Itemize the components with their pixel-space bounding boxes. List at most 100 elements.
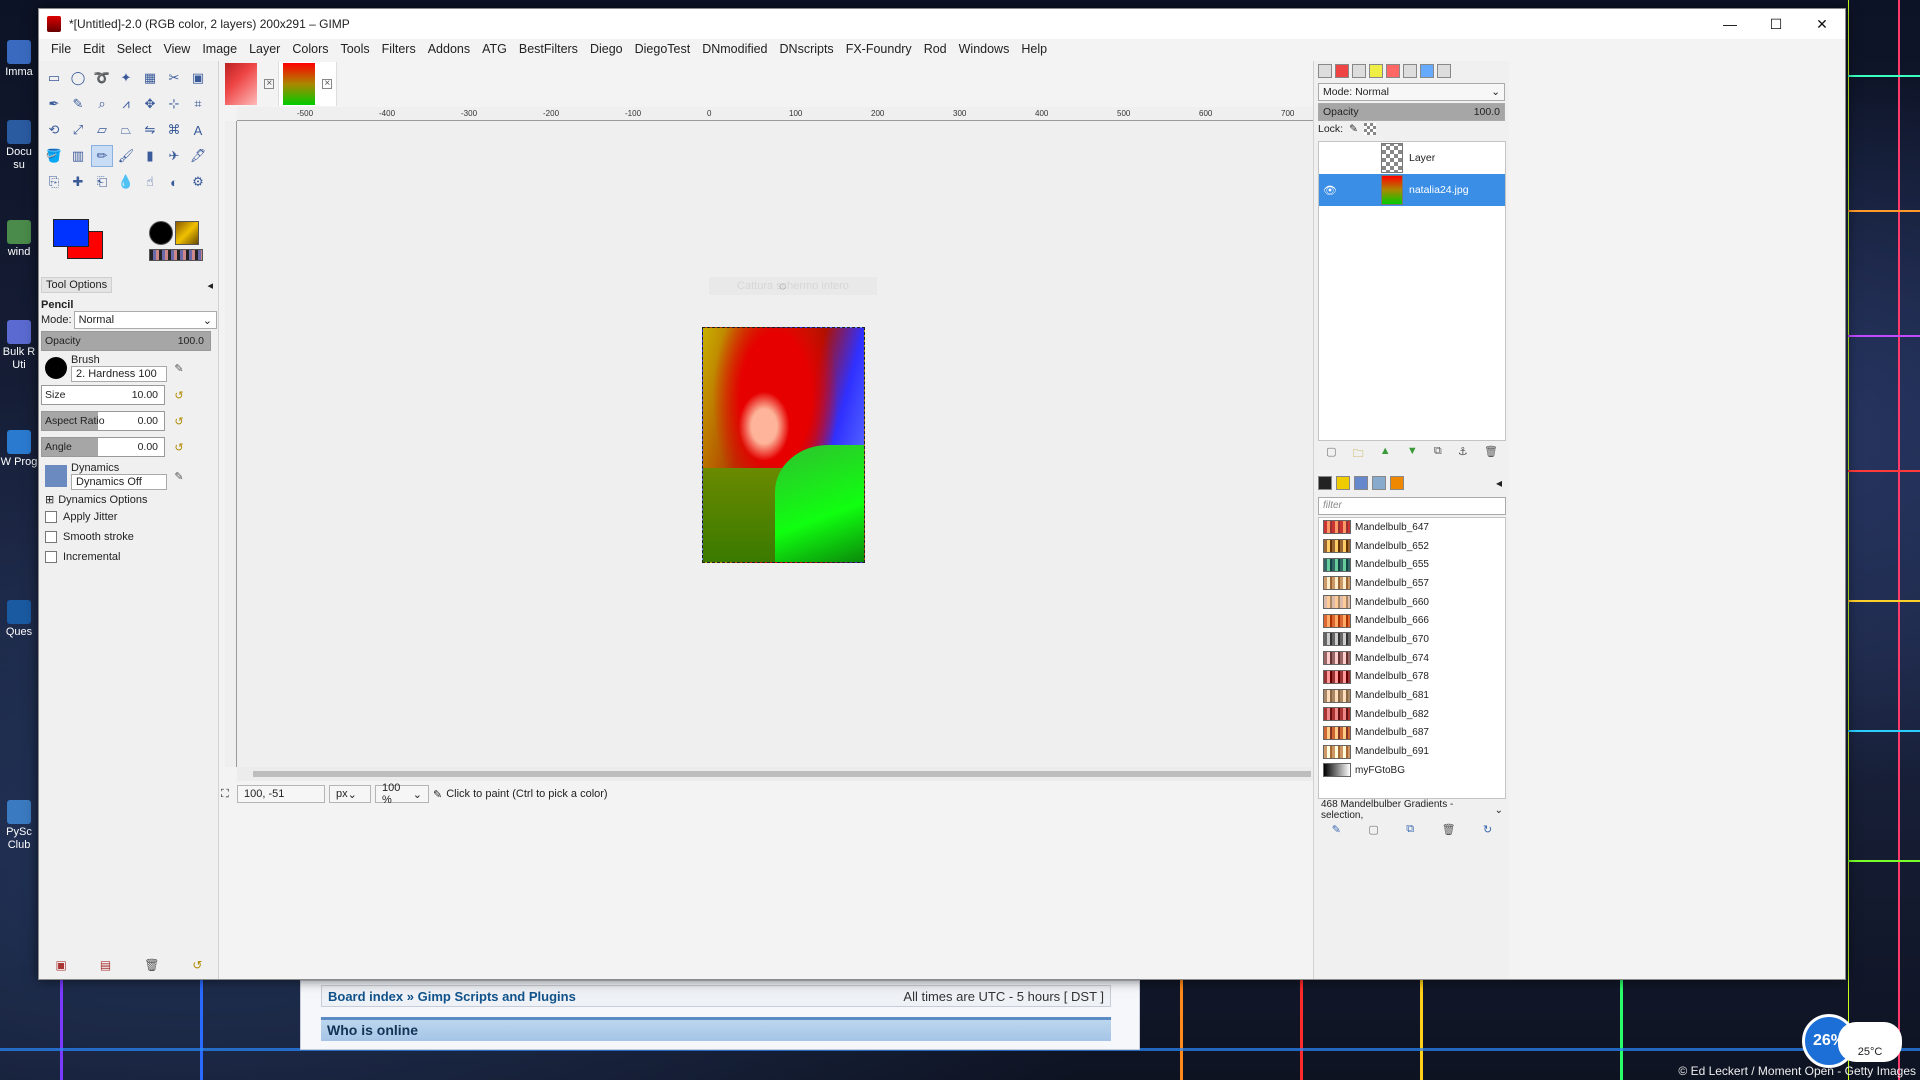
gradient-item[interactable]: Mandelbulb_652: [1319, 537, 1505, 556]
image-tab-1[interactable]: ×: [221, 62, 279, 106]
edit-gradient-icon[interactable]: ✎: [1332, 823, 1341, 841]
delete-options-icon[interactable]: 🗑: [144, 958, 159, 972]
gradient-item[interactable]: Mandelbulb_678: [1319, 668, 1505, 687]
gradient-item[interactable]: Mandelbulb_681: [1319, 686, 1505, 705]
foreground-select-icon[interactable]: ▣: [187, 67, 209, 89]
layer-row-natalia[interactable]: 👁 natalia24.jpg: [1319, 174, 1505, 206]
menu-file[interactable]: File: [45, 42, 77, 56]
quick-mask-icon[interactable]: ⛶: [221, 788, 233, 801]
text-icon[interactable]: A: [187, 119, 209, 141]
dynamics-options-expander[interactable]: Dynamics Options: [58, 494, 147, 506]
reset-size-icon[interactable]: ↺: [171, 387, 187, 403]
gradient-item[interactable]: myFGtoBG: [1319, 761, 1505, 780]
desktop-icon-0[interactable]: Imma: [0, 40, 38, 79]
tab-device[interactable]: [1403, 64, 1417, 78]
desktop-icon-4[interactable]: W Prog: [0, 430, 38, 469]
menu-filters[interactable]: Filters: [376, 42, 422, 56]
menu-bestfilters[interactable]: BestFilters: [513, 42, 584, 56]
tab-patterns-2[interactable]: [1336, 476, 1350, 490]
gradient-item[interactable]: Mandelbulb_647: [1319, 518, 1505, 537]
scissors-icon[interactable]: ✂: [163, 67, 185, 89]
menu-diego[interactable]: Diego: [584, 42, 629, 56]
horizontal-scrollbar[interactable]: [237, 767, 1329, 781]
duplicate-layer-icon[interactable]: ⧉: [1434, 445, 1442, 463]
apply-jitter-checkbox[interactable]: [45, 511, 57, 523]
desktop-icon-5[interactable]: Ques: [0, 600, 38, 639]
close-tab-icon[interactable]: ×: [264, 79, 275, 89]
fuzzy-select-icon[interactable]: ✦: [115, 67, 137, 89]
color-select-icon[interactable]: ▦: [139, 67, 161, 89]
image-layer[interactable]: [702, 327, 865, 563]
measure-icon[interactable]: ⩘: [115, 93, 137, 115]
tab-tool-options[interactable]: Tool Options: [41, 277, 113, 293]
anchor-layer-icon[interactable]: ⚓: [1458, 445, 1468, 463]
clone-icon[interactable]: ⎘: [43, 171, 65, 193]
gradient-item[interactable]: Mandelbulb_674: [1319, 649, 1505, 668]
save-options-icon[interactable]: ▣: [56, 958, 67, 972]
rect-select-icon[interactable]: ▭: [43, 67, 65, 89]
menu-dnscripts[interactable]: DNscripts: [774, 42, 840, 56]
menu-layer[interactable]: Layer: [243, 42, 286, 56]
new-gradient-icon[interactable]: ▢: [1368, 823, 1378, 841]
tab-layers[interactable]: [1318, 64, 1332, 78]
menu-colors[interactable]: Colors: [286, 42, 334, 56]
menu-windows[interactable]: Windows: [953, 42, 1016, 56]
perspective-icon[interactable]: ⏢: [115, 119, 137, 141]
tab-channels[interactable]: [1335, 64, 1349, 78]
menu-fx-foundry[interactable]: FX-Foundry: [840, 42, 918, 56]
lock-pixels-icon[interactable]: ✎: [1349, 123, 1358, 135]
raise-layer-icon[interactable]: ▲: [1380, 445, 1391, 463]
foreground-color[interactable]: [53, 219, 89, 247]
gradient-item[interactable]: Mandelbulb_670: [1319, 630, 1505, 649]
lasso-icon[interactable]: ➰: [91, 67, 113, 89]
refresh-gradients-icon[interactable]: ↻: [1483, 823, 1492, 841]
close-button[interactable]: ✕: [1799, 9, 1845, 39]
temperature-widget[interactable]: 25°C: [1838, 1022, 1902, 1062]
incremental-checkbox[interactable]: [45, 551, 57, 563]
menu-addons[interactable]: Addons: [422, 42, 476, 56]
new-group-icon[interactable]: 🗀: [1353, 445, 1364, 463]
reset-angle-icon[interactable]: ↺: [171, 439, 187, 455]
menu-tools[interactable]: Tools: [334, 42, 375, 56]
lock-alpha-icon[interactable]: [1363, 123, 1376, 135]
brush-preview[interactable]: [149, 221, 173, 245]
eraser-icon[interactable]: ▮: [139, 145, 161, 167]
ellipse-select-icon[interactable]: ◯: [67, 67, 89, 89]
paintbrush-icon[interactable]: 🖌: [115, 145, 137, 167]
zoom-select[interactable]: 100 % ⌄: [375, 782, 429, 806]
menu-help[interactable]: Help: [1015, 42, 1053, 56]
expand-icon[interactable]: ⊞: [45, 493, 54, 506]
pattern-preview[interactable]: [175, 221, 199, 245]
gradient-item[interactable]: Mandelbulb_687: [1319, 724, 1505, 743]
flip-icon[interactable]: ⇋: [139, 119, 161, 141]
desktop-icon-3[interactable]: Bulk R Uti: [0, 320, 38, 372]
dynamics-icon[interactable]: [45, 465, 67, 487]
reset-options-icon[interactable]: ↺: [192, 958, 202, 972]
gradient-item[interactable]: Mandelbulb_655: [1319, 555, 1505, 574]
layer-mode-select[interactable]: Mode: Normal ⌄: [1318, 83, 1505, 101]
menu-edit[interactable]: Edit: [77, 42, 111, 56]
tab-fonts[interactable]: [1390, 476, 1404, 490]
gradient-icon[interactable]: ▥: [67, 145, 89, 167]
size-slider[interactable]: Size 10.00: [41, 385, 165, 405]
gradient-item[interactable]: Mandelbulb_657: [1319, 574, 1505, 593]
eye-icon[interactable]: 👁: [1319, 184, 1341, 197]
tab-images[interactable]: [1420, 64, 1434, 78]
tab-undo[interactable]: [1369, 64, 1383, 78]
menu-image[interactable]: Image: [196, 42, 243, 56]
ink-icon[interactable]: 🖋: [187, 145, 209, 167]
move-icon[interactable]: ✥: [139, 93, 161, 115]
unit-select[interactable]: px ⌄: [329, 785, 371, 803]
reset-aspect-icon[interactable]: ↺: [171, 413, 187, 429]
smooth-stroke-checkbox[interactable]: [45, 531, 57, 543]
menu-diegotest[interactable]: DiegoTest: [629, 42, 697, 56]
edit-brush-icon[interactable]: ✎: [171, 360, 187, 376]
shear-icon[interactable]: ▱: [91, 119, 113, 141]
tab-patterns[interactable]: [1437, 64, 1451, 78]
gradient-preview[interactable]: [149, 249, 203, 261]
new-layer-icon[interactable]: ▢: [1326, 445, 1336, 463]
gradient-filter-input[interactable]: filter: [1318, 497, 1506, 515]
configure-tab-icon[interactable]: ◂: [207, 279, 213, 292]
minimize-button[interactable]: —: [1707, 9, 1753, 39]
tab-palettes[interactable]: [1372, 476, 1386, 490]
